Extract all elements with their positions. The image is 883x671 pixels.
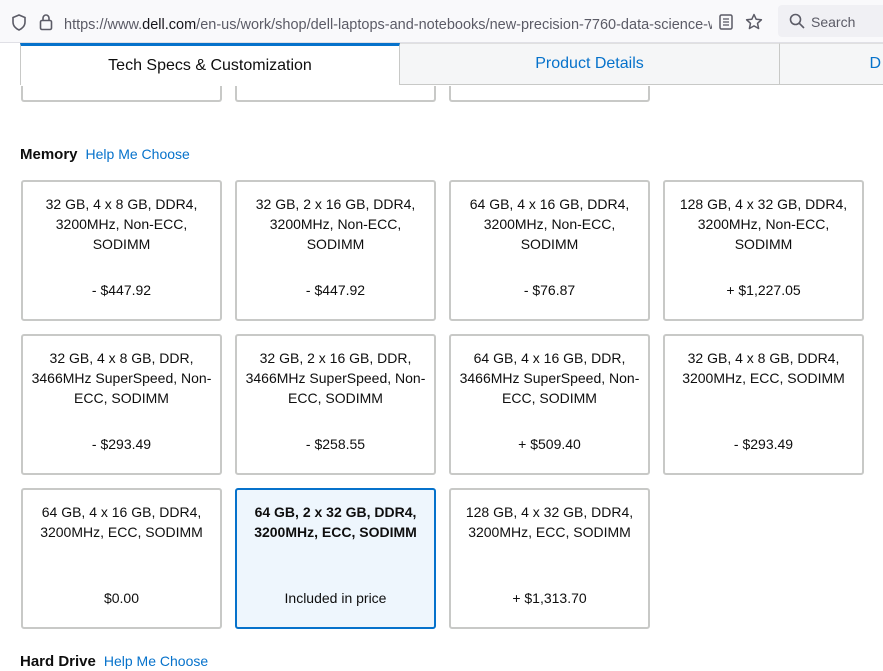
memory-option-card[interactable]: 32 GB, 4 x 8 GB, DDR4, 3200MHz, Non-ECC,… <box>21 180 222 321</box>
hard-drive-title: Hard Drive <box>20 653 96 670</box>
option-description: 64 GB, 2 x 32 GB, DDR4, 3200MHz, ECC, SO… <box>254 504 417 540</box>
url-prefix: https://www. <box>64 17 143 33</box>
memory-title: Memory <box>20 146 78 163</box>
url-path: /en-us/work/shop/dell-laptops-and-notebo… <box>196 17 712 33</box>
option-description: 128 GB, 4 x 32 GB, DDR4, 3200MHz, ECC, S… <box>465 504 634 540</box>
bookmark-star-icon[interactable] <box>744 12 764 32</box>
memory-option-card-selected[interactable]: 64 GB, 2 x 32 GB, DDR4, 3200MHz, ECC, SO… <box>235 488 436 629</box>
option-description: 32 GB, 4 x 8 GB, DDR4, 3200MHz, Non-ECC,… <box>45 196 198 252</box>
memory-option-card[interactable]: 32 GB, 4 x 8 GB, DDR4, 3200MHz, ECC, SOD… <box>663 334 864 475</box>
option-price: - $447.92 <box>91 282 152 298</box>
option-price: - $76.87 <box>523 282 576 298</box>
option-description: 64 GB, 4 x 16 GB, DDR, 3466MHz SuperSpee… <box>459 350 640 406</box>
option-description: 32 GB, 4 x 8 GB, DDR4, 3200MHz, ECC, SOD… <box>682 350 845 386</box>
tracking-protection-shield-icon[interactable] <box>10 13 28 31</box>
search-icon <box>788 12 806 30</box>
lock-icon[interactable] <box>37 12 55 32</box>
browser-toolbar: https://www.dell.com/en-us/work/shop/del… <box>0 0 883 43</box>
url-host: dell.com <box>142 17 197 33</box>
memory-help-link[interactable]: Help Me Choose <box>86 146 190 162</box>
previous-option-card[interactable] <box>21 86 222 102</box>
memory-option-card[interactable]: 128 GB, 4 x 32 GB, DDR4, 3200MHz, Non-EC… <box>663 180 864 321</box>
memory-option-card[interactable]: 64 GB, 4 x 16 GB, DDR4, 3200MHz, Non-ECC… <box>449 180 650 321</box>
option-description: 32 GB, 2 x 16 GB, DDR, 3466MHz SuperSpee… <box>245 350 426 406</box>
previous-option-card[interactable] <box>449 86 650 102</box>
hard-drive-section-header: Hard Drive Help Me Choose <box>20 653 208 670</box>
memory-option-card[interactable]: 32 GB, 4 x 8 GB, DDR, 3466MHz SuperSpeed… <box>21 334 222 475</box>
product-tabs: Tech Specs & Customization Product Detai… <box>0 43 883 86</box>
option-price: - $293.49 <box>91 436 152 452</box>
option-description: 64 GB, 4 x 16 GB, DDR4, 3200MHz, ECC, SO… <box>40 504 203 540</box>
option-description: 128 GB, 4 x 32 GB, DDR4, 3200MHz, Non-EC… <box>679 196 848 252</box>
tab-product-details[interactable]: Product Details <box>400 43 780 85</box>
option-description: 32 GB, 4 x 8 GB, DDR, 3466MHz SuperSpeed… <box>31 350 212 406</box>
hard-drive-help-link[interactable]: Help Me Choose <box>104 653 208 669</box>
tab-partial[interactable]: D <box>780 43 883 85</box>
memory-option-card[interactable]: 128 GB, 4 x 32 GB, DDR4, 3200MHz, ECC, S… <box>449 488 650 629</box>
option-price: + $1,313.70 <box>512 590 587 606</box>
memory-option-card[interactable]: 32 GB, 2 x 16 GB, DDR, 3466MHz SuperSpee… <box>235 334 436 475</box>
option-description: 64 GB, 4 x 16 GB, DDR4, 3200MHz, Non-ECC… <box>469 196 630 252</box>
option-price: Included in price <box>284 590 387 606</box>
memory-option-card[interactable]: 64 GB, 4 x 16 GB, DDR4, 3200MHz, ECC, SO… <box>21 488 222 629</box>
url-text[interactable]: https://www.dell.com/en-us/work/shop/del… <box>64 17 712 33</box>
search-box[interactable]: Search <box>778 5 883 37</box>
option-price: - $293.49 <box>733 436 794 452</box>
reader-view-icon[interactable] <box>717 12 735 32</box>
memory-option-card[interactable]: 64 GB, 4 x 16 GB, DDR, 3466MHz SuperSpee… <box>449 334 650 475</box>
previous-option-card[interactable] <box>235 86 436 102</box>
tab-tech-specs[interactable]: Tech Specs & Customization <box>20 43 400 85</box>
option-price: $0.00 <box>103 590 140 606</box>
memory-option-card[interactable]: 32 GB, 2 x 16 GB, DDR4, 3200MHz, Non-ECC… <box>235 180 436 321</box>
address-bar[interactable]: https://www.dell.com/en-us/work/shop/del… <box>0 4 770 38</box>
memory-section-header: Memory Help Me Choose <box>20 146 190 163</box>
search-placeholder: Search <box>811 14 856 30</box>
option-price: - $258.55 <box>305 436 366 452</box>
option-price: + $509.40 <box>518 436 581 452</box>
option-price: - $447.92 <box>305 282 366 298</box>
option-description: 32 GB, 2 x 16 GB, DDR4, 3200MHz, Non-ECC… <box>255 196 416 252</box>
option-price: + $1,227.05 <box>726 282 801 298</box>
